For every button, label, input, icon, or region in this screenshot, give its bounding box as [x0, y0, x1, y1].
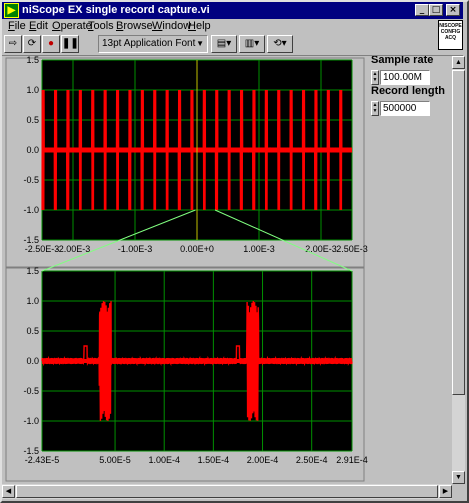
y-tick-label: 1.5: [26, 56, 39, 65]
x-tick-label: 2.00E-4: [247, 455, 279, 465]
x-tick-label: 1.00E-4: [148, 455, 180, 465]
abort-icon[interactable]: ●: [42, 35, 60, 53]
front-panel: -2.50E-3 -2.00E-3 -1.00E-3 0.00E+0 1.00E-3 2.…: [2, 56, 452, 484]
y-tick-label: -1.0: [23, 205, 39, 215]
run-continuously-icon[interactable]: ⟳: [23, 35, 41, 53]
record-length-input[interactable]: 500000: [380, 101, 430, 116]
x-tick-label: 2.50E-4: [296, 455, 328, 465]
scroll-left-button[interactable]: ◀: [2, 485, 15, 498]
x-tick-label: 1.50E-4: [198, 455, 230, 465]
align-icon[interactable]: ▤▾: [211, 35, 237, 53]
scroll-right-button[interactable]: ▶: [439, 485, 452, 498]
y-tick-label: 0.0: [26, 356, 39, 366]
close-button[interactable]: ×: [446, 4, 460, 16]
top-waveform-graph[interactable]: -2.50E-3-2.00E-3 -1.00E-3 0.00E+0 1.00E-3 2.…: [23, 56, 367, 254]
sample-rate-input[interactable]: 100.00M: [380, 70, 430, 85]
y-tick-label: -0.5: [23, 175, 39, 185]
menu-help[interactable]: Help: [188, 20, 211, 32]
menu-edit[interactable]: Edit: [29, 20, 48, 32]
y-tick-label: 1.0: [26, 296, 39, 306]
reorder-icon[interactable]: ⟲▾: [267, 35, 293, 53]
y-tick-label: 0.5: [26, 326, 39, 336]
vertical-scroll-thumb[interactable]: [452, 70, 465, 395]
bottom-waveform-graph[interactable]: -2.43E-5 5.00E-5 1.00E-4 1.50E-4 2.00E-4 2.50…: [23, 266, 367, 465]
y-tick-label: 1.0: [26, 85, 39, 95]
menu-operate[interactable]: Operate: [52, 20, 92, 32]
window-title: niScope EX single record capture.vi: [22, 4, 210, 16]
y-tick-label: 0.5: [26, 115, 39, 125]
y-tick-label: 1.5: [26, 266, 39, 276]
x-tick-label: 5.00E-5: [99, 455, 131, 465]
horizontal-scroll-thumb[interactable]: [16, 485, 438, 498]
x-tick-label: -1.00E-3: [118, 244, 153, 254]
toolbar: ⇨ ⟳ ● ❚❚ 13pt Application Font ▼ ▤▾ ▥▾ ⟲…: [2, 35, 434, 55]
maximize-button[interactable]: □: [429, 4, 443, 16]
distribute-icon[interactable]: ▥▾: [239, 35, 265, 53]
x-tick-label: 0.00E+0: [180, 244, 214, 254]
sample-rate-spinner[interactable]: ▲ ▼: [371, 70, 379, 85]
vertical-scrollbar[interactable]: ▲ ▼: [452, 56, 465, 484]
menu-file[interactable]: File: [8, 20, 26, 32]
y-tick-label: -1.5: [23, 446, 39, 456]
title-bar[interactable]: ▶ niScope EX single record capture.vi _ …: [2, 2, 463, 19]
chevron-down-icon: ▼: [196, 39, 204, 48]
x-tick-label: -2.43E-5: [25, 455, 60, 465]
badge-line: ACQ: [444, 35, 457, 41]
run-arrow-icon[interactable]: ⇨: [4, 35, 22, 53]
x-tick-label: 2.91E-4: [336, 455, 368, 465]
menu-browse[interactable]: Browse: [116, 20, 153, 32]
x-tick-label: 1.00E-3: [243, 244, 275, 254]
pause-icon[interactable]: ❚❚: [61, 35, 79, 53]
x-tick-label: 2.50E-3: [336, 244, 368, 254]
scroll-down-button[interactable]: ▼: [452, 471, 465, 484]
graphs-svg: -2.50E-3-2.00E-3 -1.00E-3 0.00E+0 1.00E-3 2.…: [5, 56, 368, 482]
scroll-up-button[interactable]: ▲: [452, 56, 465, 69]
y-tick-label: -0.5: [23, 386, 39, 396]
font-select[interactable]: 13pt Application Font ▼: [98, 35, 208, 53]
vi-icon-badge[interactable]: NISCOPE CONFIG ACQ: [438, 20, 463, 50]
y-tick-label: -1.0: [23, 416, 39, 426]
font-select-value: 13pt Application Font: [102, 38, 196, 49]
menu-window[interactable]: Window: [152, 20, 191, 32]
menu-bar: File Edit Operate Tools Browse Window He…: [2, 19, 463, 35]
record-length-spinner[interactable]: ▲ ▼: [371, 101, 379, 116]
horizontal-scrollbar[interactable]: ◀ ▶: [2, 484, 452, 499]
scrollbar-corner: [452, 484, 465, 499]
y-tick-label: -1.5: [23, 235, 39, 245]
sample-rate-label: Sample rate: [371, 56, 434, 66]
minimize-button[interactable]: _: [415, 4, 429, 16]
x-tick-label: -2.50E-3: [25, 244, 60, 254]
labview-app-icon[interactable]: ▶: [4, 3, 19, 18]
menu-tools[interactable]: Tools: [88, 20, 114, 32]
record-length-label: Record length: [371, 85, 445, 97]
x-tick-label: -2.00E-3: [56, 244, 91, 254]
y-tick-label: 0.0: [26, 145, 39, 155]
